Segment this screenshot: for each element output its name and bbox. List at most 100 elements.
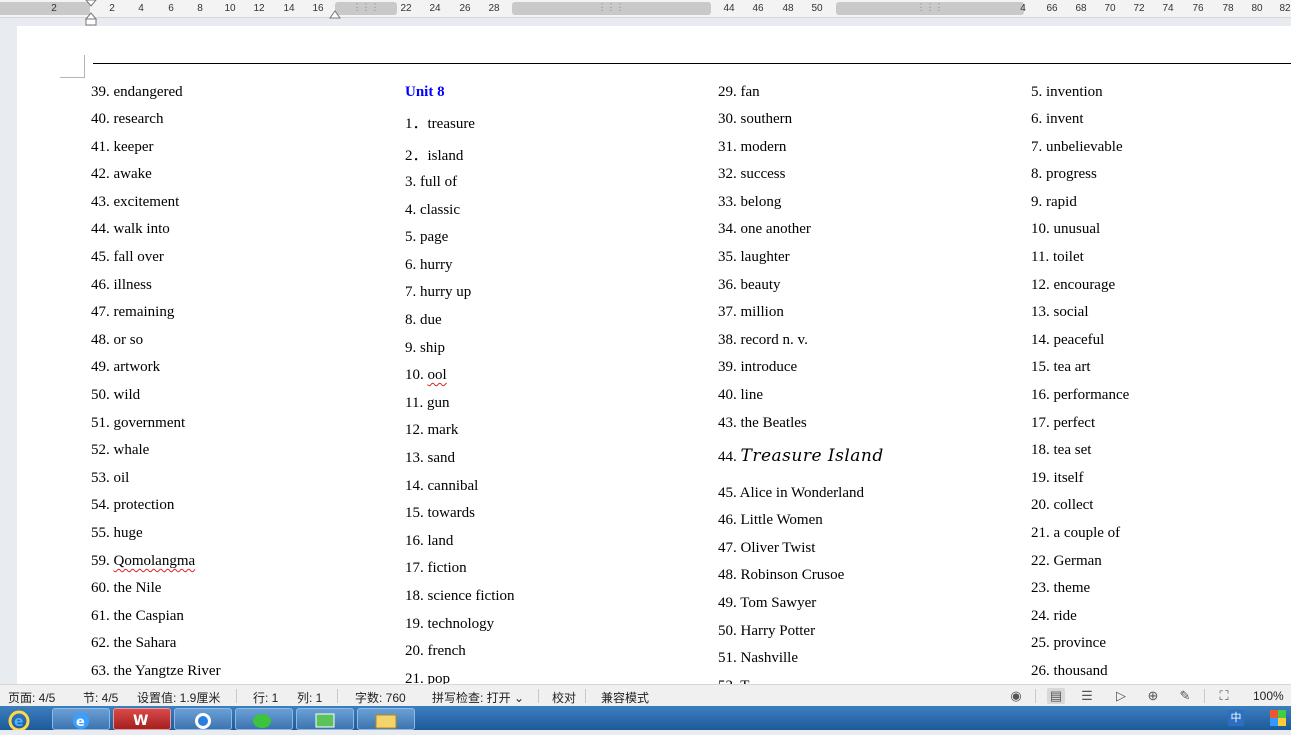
vocab-text: 43. the Beatles — [718, 415, 807, 431]
status-page[interactable]: 页面: 4/5 — [8, 689, 55, 706]
wechat-taskbar-button[interactable] — [235, 708, 293, 730]
vocab-text: 60. the Nile — [91, 580, 162, 596]
vocab-item: 32. success — [718, 166, 786, 183]
outline-icon[interactable]: ☰ — [1078, 688, 1096, 704]
ie-browser-taskbar-button[interactable]: e — [52, 708, 110, 730]
vocab-item: 42. awake — [91, 166, 152, 183]
vocab-text: Unit 8 — [405, 84, 445, 100]
vocab-item: 13. sand — [405, 450, 455, 467]
vocab-item: 9. rapid — [1031, 194, 1077, 211]
vocab-text: 16. performance — [1031, 387, 1130, 403]
vocab-item: 62. the Sahara — [91, 635, 176, 652]
vocab-item: 37. million — [718, 304, 784, 321]
vocab-text: 18. science fiction — [405, 588, 515, 604]
vocab-text: 55. huge — [91, 525, 143, 541]
wps-taskbar-button[interactable]: W — [113, 708, 171, 730]
vocab-text: 39. endangered — [91, 84, 183, 100]
vocab-item: 61. the Caspian — [91, 608, 184, 625]
spelling-error-word[interactable]: Qomolangma — [114, 553, 196, 569]
tray-app-icon[interactable] — [1270, 710, 1286, 726]
vocab-text: 26. thousand — [1031, 663, 1108, 679]
vocab-text: 49. artwork — [91, 359, 161, 375]
vocab-text: 29. fan — [718, 84, 760, 100]
vocab-item: 45. fall over — [91, 249, 164, 266]
vocab-text: 25. province — [1031, 635, 1106, 651]
pen-icon[interactable]: ✎ — [1176, 688, 1194, 704]
globe-icon[interactable]: ⊕ — [1144, 688, 1162, 704]
vocab-item: 21. a couple of — [1031, 525, 1120, 542]
spelling-error-word[interactable]: ool — [428, 367, 447, 383]
vocab-item: 54. protection — [91, 497, 174, 514]
vocab-text: 62. the Sahara — [91, 635, 177, 651]
vocab-item: 48. Robinson Crusoe — [718, 567, 844, 584]
vocab-text: 12. mark — [405, 422, 459, 438]
status-column[interactable]: 列: 1 — [297, 689, 322, 706]
vocab-text: 9. ship — [405, 340, 446, 356]
vocab-text: 54. protection — [91, 497, 175, 513]
folder-taskbar-button[interactable] — [357, 708, 415, 730]
vocab-item: 23. theme — [1031, 580, 1090, 597]
status-proofread[interactable]: 校对 — [552, 689, 576, 706]
vocab-item: 18. science fiction — [405, 588, 515, 605]
vocab-text: 11. gun — [405, 395, 450, 411]
document-body[interactable]: 39. endangered 40. research 41. keeper 42. … — [0, 0, 1291, 684]
status-row[interactable]: 行: 1 — [253, 689, 278, 706]
vocab-text: 9. rapid — [1031, 194, 1077, 210]
vocab-item: 35. laughter — [718, 249, 790, 266]
vocab-item: 36. beauty — [718, 277, 780, 294]
fit-page-icon[interactable]: ⛶ — [1215, 688, 1233, 704]
status-separator — [1035, 689, 1036, 703]
status-section[interactable]: 节: 4/5 — [83, 689, 118, 706]
vocab-item: 3. full of — [405, 174, 457, 191]
vocab-text: 6. invent — [1031, 111, 1084, 127]
status-compat-mode[interactable]: 兼容模式 — [601, 689, 649, 706]
vocab-item: 63. the Yangtze River — [91, 663, 221, 680]
vocab-text: 50. wild — [91, 387, 141, 403]
vocab-text: 41. keeper — [91, 139, 154, 155]
vocab-text: 8. progress — [1031, 166, 1097, 182]
vocab-text: 63. the Yangtze River — [91, 663, 221, 679]
vocab-text: 8. due — [405, 312, 442, 328]
green-app-taskbar-button[interactable] — [296, 708, 354, 730]
vocab-text: 5. page — [405, 229, 449, 245]
vocab-text: 35. laughter — [718, 249, 790, 265]
vocab-item: 19. technology — [405, 616, 494, 633]
unit-heading: Unit 8 — [405, 84, 445, 101]
vocab-text: 10. — [405, 367, 428, 383]
zoom-level[interactable]: 100% — [1253, 689, 1284, 703]
page-view-icon[interactable]: ▤ — [1047, 688, 1065, 704]
vocab-text: 34. one another — [718, 221, 811, 237]
vocab-text: 39. introduce — [718, 359, 798, 375]
play-icon[interactable]: ▷ — [1112, 688, 1130, 704]
status-spell-check[interactable]: 拼写检查: 打开 ⌄ — [432, 689, 524, 706]
eye-icon[interactable]: ◉ — [1007, 688, 1025, 704]
vocab-item: 14. cannibal — [405, 478, 478, 495]
vocab-text: 44. walk into — [91, 221, 170, 237]
vocab-text: 11. toilet — [1031, 249, 1084, 265]
vocab-text: 36. beauty — [718, 277, 781, 293]
vocab-text: 13. sand — [405, 450, 455, 466]
vocab-item: 44. Treasure Island — [718, 446, 884, 466]
vocab-text: 51. government — [91, 415, 186, 431]
vocab-item: 6. invent — [1031, 111, 1084, 128]
svg-text:W: W — [133, 713, 148, 729]
vocab-item: 24. ride — [1031, 608, 1077, 625]
vocab-text: 10. unusual — [1031, 221, 1101, 237]
vocab-item: 51. government — [91, 415, 185, 432]
vocab-text: 61. the Caspian — [91, 608, 184, 624]
qq-browser-taskbar-button[interactable] — [174, 708, 232, 730]
input-method-icon[interactable]: 中 — [1228, 710, 1244, 726]
status-word-count[interactable]: 字数: 760 — [355, 689, 406, 706]
vocab-text: 15. tea art — [1031, 359, 1091, 375]
vocab-text: 53. oil — [91, 470, 130, 486]
vocab-item: 38. record n. v. — [718, 332, 808, 349]
vocab-text: 3. full of — [405, 174, 458, 190]
vocab-text: 15. towards — [405, 505, 475, 521]
vocab-item: 17. perfect — [1031, 415, 1095, 432]
vocab-text: 43. excitement — [91, 194, 180, 210]
internet-explorer-icon[interactable]: e — [4, 708, 38, 732]
vocab-item: 10. unusual — [1031, 221, 1100, 238]
vocab-text: 5. invention — [1031, 84, 1103, 100]
status-setting[interactable]: 设置值: 1.9厘米 — [137, 689, 220, 706]
vocab-text: 52. whale — [91, 442, 150, 458]
